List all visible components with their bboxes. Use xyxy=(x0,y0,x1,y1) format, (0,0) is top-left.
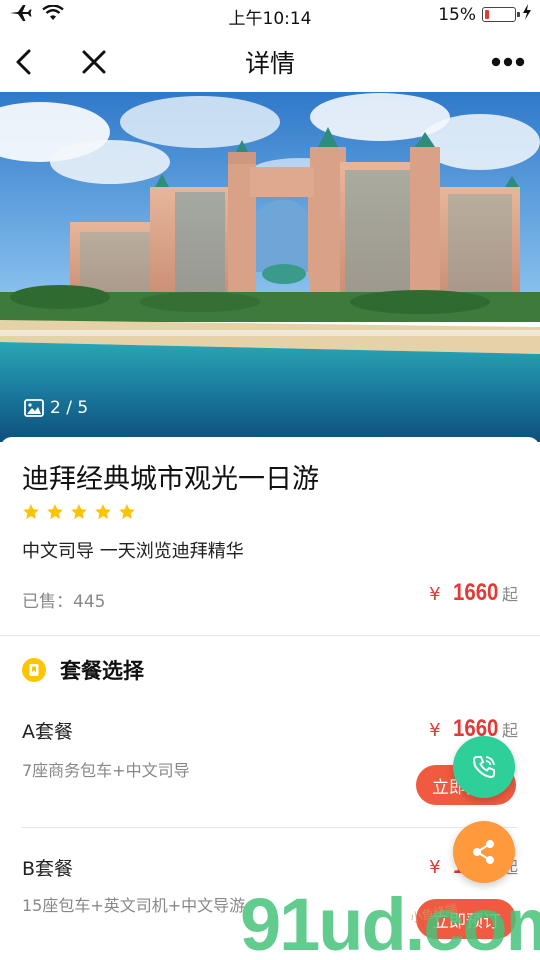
charging-icon xyxy=(522,4,532,25)
star-icon xyxy=(95,504,111,519)
gallery-counter-text: 2 / 5 xyxy=(50,398,89,418)
battery-percent: 15% xyxy=(438,4,476,25)
price-currency: ¥ xyxy=(429,584,441,605)
star-icon xyxy=(119,504,135,519)
detail-card: 迪拜经典城市观光一日游 中文司导 一天浏览迪拜精华 已售：445 ¥ 1660 … xyxy=(0,437,540,960)
package-desc: 7座商务包车+中文司导 xyxy=(22,761,190,780)
package-desc: 15座包车+英文司机+中文导游 xyxy=(22,896,246,915)
package-name: B套餐 xyxy=(22,858,74,880)
product-price: ¥ 1660 起 xyxy=(429,579,518,607)
share-icon xyxy=(473,840,494,864)
sold-label: 已售： xyxy=(22,592,73,612)
book-button-b[interactable]: 立即预订 xyxy=(416,899,516,939)
price-suffix: 起 xyxy=(501,585,518,604)
page-title: 详情 xyxy=(244,49,295,78)
sold-count: 已售：445 xyxy=(22,587,105,612)
section-divider xyxy=(0,635,540,636)
star-icon xyxy=(23,504,39,519)
product-subtitle: 中文司导 一天浏览迪拜精华 xyxy=(22,541,244,562)
image-icon xyxy=(24,399,44,417)
package-badge-icon xyxy=(22,658,46,682)
hero-image[interactable] xyxy=(0,92,540,442)
phone-icon xyxy=(472,756,495,779)
package-divider xyxy=(22,827,518,828)
package-price-suffix: 起 xyxy=(501,721,518,740)
star-icon xyxy=(47,504,63,519)
sold-value: 445 xyxy=(73,592,106,612)
more-button[interactable] xyxy=(490,44,526,80)
nav-bar: 详情 xyxy=(0,30,540,92)
status-bar: 上午10:14 15% xyxy=(0,0,540,30)
package-price-currency: ¥ xyxy=(429,857,441,878)
resort-photo xyxy=(0,92,540,442)
packages-header: 套餐选择 xyxy=(22,655,144,685)
more-dots-icon xyxy=(491,57,525,67)
rating-stars xyxy=(22,503,136,521)
package-price-currency: ¥ xyxy=(429,720,441,741)
call-button[interactable] xyxy=(453,736,515,798)
packages-title: 套餐选择 xyxy=(60,659,144,683)
star-icon xyxy=(71,504,87,519)
package-name: A套餐 xyxy=(22,721,73,743)
price-value: 1660 xyxy=(452,579,498,606)
share-button[interactable] xyxy=(453,821,515,883)
product-title: 迪拜经典城市观光一日游 xyxy=(22,464,319,495)
gallery-counter: 2 / 5 xyxy=(24,398,88,418)
battery-icon xyxy=(482,7,520,22)
